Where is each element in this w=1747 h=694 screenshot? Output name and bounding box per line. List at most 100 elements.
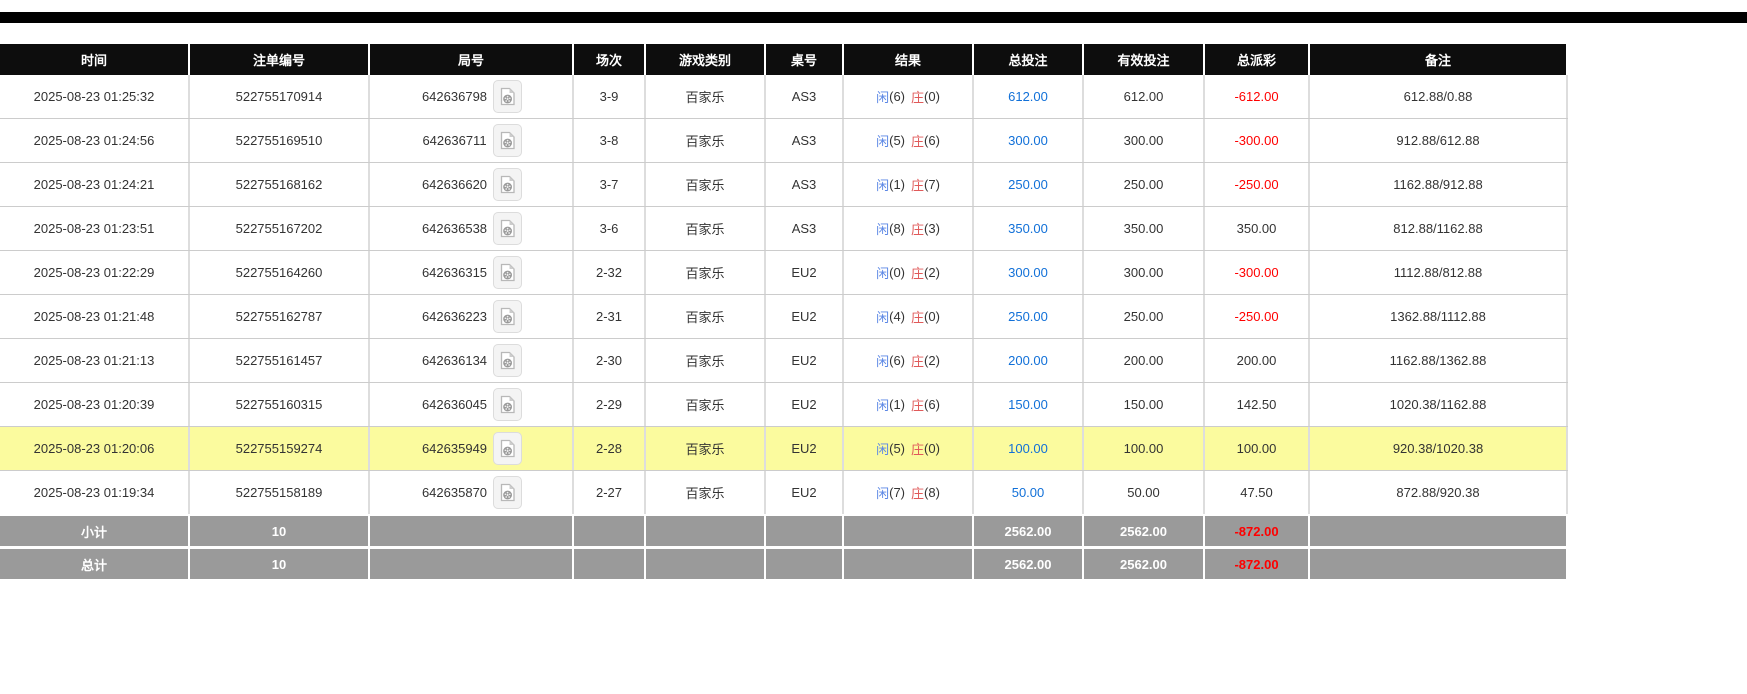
player-label: 闲 [876, 90, 890, 105]
result-cell: 闲 (6) 庄 (0) [844, 75, 972, 118]
banker-points: (2) [924, 265, 940, 280]
player-points: (1) [889, 397, 905, 412]
total-bet-cell: 250.00 [974, 163, 1082, 206]
bet-id-cell: 522755168162 [190, 163, 368, 206]
result-cell: 闲 (0) 庄 (2) [844, 251, 972, 294]
banker-label: 庄 [911, 178, 925, 193]
video-replay-button[interactable] [492, 124, 522, 157]
video-replay-button[interactable] [493, 432, 523, 465]
table-row[interactable]: 2025-08-23 01:25:32 522755170914 6426367… [0, 75, 1568, 118]
video-replay-button[interactable] [493, 300, 523, 333]
video-replay-button[interactable] [493, 80, 523, 113]
game-type-cell: 百家乐 [646, 207, 764, 250]
video-replay-button[interactable] [493, 476, 523, 509]
column-header-time: 时间 [0, 44, 188, 75]
result-cell: 闲 (5) 庄 (0) [844, 427, 972, 470]
round-id-cell: 642636620 [370, 163, 572, 206]
round-number: 642636223 [421, 309, 488, 324]
table-row[interactable]: 2025-08-23 01:20:39 522755160315 6426360… [0, 382, 1568, 426]
valid-bet-cell: 100.00 [1084, 427, 1203, 470]
player-points: (6) [889, 353, 905, 368]
video-replay-button[interactable] [493, 168, 523, 201]
remark-cell: 1362.88/1112.88 [1310, 295, 1566, 338]
table-no-cell: EU2 [766, 295, 842, 338]
player-points: (6) [889, 89, 905, 104]
time-cell: 2025-08-23 01:19:34 [0, 471, 188, 514]
table-row[interactable]: 2025-08-23 01:24:21 522755168162 6426366… [0, 162, 1568, 206]
payout-cell: 142.50 [1205, 383, 1308, 426]
session-cell: 3-7 [574, 163, 644, 206]
payout-cell: -300.00 [1205, 251, 1308, 294]
table-row[interactable]: 2025-08-23 01:22:29 522755164260 6426363… [0, 250, 1568, 294]
total-bet-cell: 50.00 [974, 471, 1082, 514]
player-points: (7) [889, 485, 905, 500]
total-empty [766, 549, 842, 579]
game-type-cell: 百家乐 [646, 471, 764, 514]
player-points: (5) [889, 441, 905, 456]
table-row[interactable]: 2025-08-23 01:21:13 522755161457 6426361… [0, 338, 1568, 382]
valid-bet-cell: 150.00 [1084, 383, 1203, 426]
bet-id-cell: 522755170914 [190, 75, 368, 118]
table-row[interactable]: 2025-08-23 01:19:34 522755158189 6426358… [0, 470, 1568, 514]
top-black-bar [0, 12, 1747, 23]
video-file-icon [500, 307, 515, 326]
player-label: 闲 [876, 266, 890, 281]
banker-points: (2) [924, 353, 940, 368]
total-bet-cell: 300.00 [974, 251, 1082, 294]
banker-label: 庄 [911, 442, 925, 457]
result-cell: 闲 (5) 庄 (6) [844, 119, 972, 162]
banker-points: (8) [924, 485, 940, 500]
banker-points: (0) [924, 89, 940, 104]
video-file-icon [500, 395, 515, 414]
table-row[interactable]: 2025-08-23 01:21:48 522755162787 6426362… [0, 294, 1568, 338]
time-cell: 2025-08-23 01:25:32 [0, 75, 188, 118]
column-header-valid-bet: 有效投注 [1084, 44, 1203, 75]
video-replay-button[interactable] [493, 388, 523, 421]
video-file-icon [500, 263, 515, 282]
total-valid-bet: 2562.00 [1084, 549, 1203, 579]
round-id-cell: 642636134 [370, 339, 572, 382]
subtotal-empty [370, 516, 572, 546]
subtotal-row: 小计 10 2562.00 2562.00 -872.00 [0, 516, 1568, 546]
valid-bet-cell: 50.00 [1084, 471, 1203, 514]
table-no-cell: EU2 [766, 383, 842, 426]
payout-cell: -612.00 [1205, 75, 1308, 118]
video-replay-button[interactable] [493, 256, 523, 289]
session-cell: 2-29 [574, 383, 644, 426]
time-cell: 2025-08-23 01:22:29 [0, 251, 188, 294]
video-file-icon [500, 131, 515, 150]
player-label: 闲 [876, 134, 890, 149]
payout-cell: 200.00 [1205, 339, 1308, 382]
total-label: 总计 [0, 549, 188, 579]
time-cell: 2025-08-23 01:24:56 [0, 119, 188, 162]
table-row[interactable]: 2025-08-23 01:23:51 522755167202 6426365… [0, 206, 1568, 250]
video-replay-button[interactable] [493, 344, 523, 377]
video-replay-button[interactable] [493, 212, 523, 245]
table-body: 2025-08-23 01:25:32 522755170914 6426367… [0, 75, 1568, 514]
total-total-bet: 2562.00 [974, 549, 1082, 579]
result-cell: 闲 (1) 庄 (6) [844, 383, 972, 426]
column-header-table-no: 桌号 [766, 44, 842, 75]
round-id-cell: 642636315 [370, 251, 572, 294]
total-bet-cell: 150.00 [974, 383, 1082, 426]
table-row[interactable]: 2025-08-23 01:20:06 522755159274 6426359… [0, 426, 1568, 470]
video-file-icon [500, 219, 515, 238]
table-row[interactable]: 2025-08-23 01:24:56 522755169510 6426367… [0, 118, 1568, 162]
table-no-cell: AS3 [766, 163, 842, 206]
round-id-cell: 642636223 [370, 295, 572, 338]
payout-cell: 350.00 [1205, 207, 1308, 250]
table-no-cell: AS3 [766, 75, 842, 118]
column-header-total-bet: 总投注 [974, 44, 1082, 75]
total-empty [370, 549, 572, 579]
round-number: 642636315 [421, 265, 488, 280]
game-type-cell: 百家乐 [646, 295, 764, 338]
remark-cell: 872.88/920.38 [1310, 471, 1566, 514]
subtotal-payout: -872.00 [1205, 516, 1308, 546]
payout-cell: 100.00 [1205, 427, 1308, 470]
banker-points: (0) [924, 441, 940, 456]
round-id-cell: 642635949 [370, 427, 572, 470]
bet-id-cell: 522755161457 [190, 339, 368, 382]
subtotal-label: 小计 [0, 516, 188, 546]
valid-bet-cell: 300.00 [1084, 119, 1203, 162]
bet-id-cell: 522755162787 [190, 295, 368, 338]
